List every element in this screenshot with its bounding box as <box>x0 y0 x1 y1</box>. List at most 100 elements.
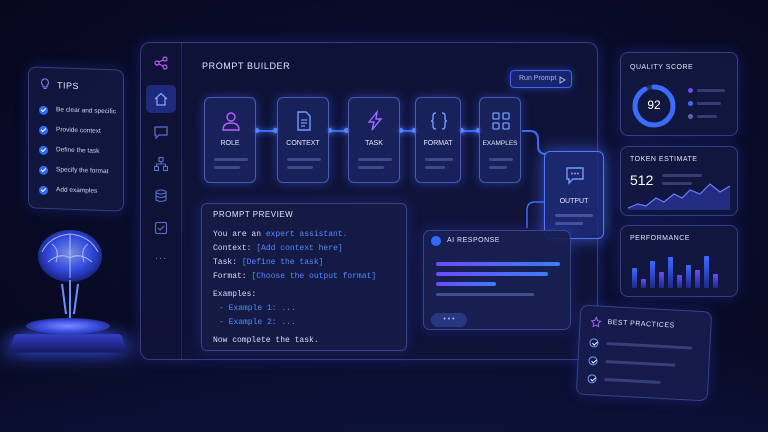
check-icon <box>39 125 48 136</box>
performance-bar <box>641 279 646 288</box>
preview-line: - Example 2: ... <box>219 318 296 327</box>
play-icon <box>559 76 566 84</box>
quality-value: 92 <box>647 98 661 112</box>
quality-title: QUALITY SCORE <box>630 64 694 71</box>
node-output[interactable]: OUTPUT <box>544 151 604 239</box>
run-prompt-label: Run Prompt <box>519 75 557 82</box>
user-icon <box>222 112 240 131</box>
ai-response-icon <box>431 236 441 246</box>
ai-response-title: AI RESPONSE <box>447 237 500 244</box>
response-line <box>436 282 496 286</box>
best-practices-title: BEST PRACTICES <box>607 319 675 330</box>
check-icon <box>39 185 48 196</box>
legend-dot <box>688 101 693 106</box>
response-line <box>436 293 534 296</box>
token-sparkline <box>628 183 730 210</box>
legend-dot <box>688 114 693 119</box>
preview-line: Task: [Define the task] <box>213 258 324 267</box>
hierarchy-icon[interactable] <box>153 156 169 172</box>
lightbulb-icon <box>41 78 49 89</box>
tip-item: Add examples <box>56 186 98 195</box>
check-icon <box>589 338 599 348</box>
node-task[interactable]: TASK <box>348 97 400 183</box>
token-bar <box>662 174 702 177</box>
check-icon <box>39 165 48 176</box>
preview-line: - Example 1: ... <box>219 304 296 313</box>
node-label: FORMAT <box>423 140 453 147</box>
performance-bar <box>704 256 709 288</box>
performance-bar <box>659 272 664 288</box>
check-icon <box>588 356 598 366</box>
practice-bar <box>606 342 693 350</box>
preview-line: Examples: <box>213 290 257 299</box>
more-icon[interactable]: ... <box>155 250 167 262</box>
star-icon <box>590 316 602 328</box>
placeholder-bar <box>425 166 445 169</box>
performance-bar <box>650 261 655 288</box>
pedestal <box>9 334 127 353</box>
grid-icon <box>492 112 510 130</box>
preview-line: You are an expert assistant. <box>213 230 348 239</box>
token-title: TOKEN ESTIMATE <box>630 156 698 163</box>
node-format[interactable]: FORMAT <box>415 97 461 183</box>
placeholder-bar <box>214 166 240 169</box>
response-line <box>436 272 548 276</box>
braces-icon <box>430 112 448 130</box>
performance-bar <box>713 274 718 288</box>
preview-line: Now complete the task. <box>213 336 319 345</box>
node-label: ROLE <box>220 140 240 147</box>
node-examples[interactable]: EXAMPLES <box>479 97 521 183</box>
node-context[interactable]: CONTEXT <box>277 97 329 183</box>
placeholder-bar <box>358 166 384 169</box>
database-icon[interactable] <box>153 188 169 204</box>
legend-dot <box>688 88 693 93</box>
run-prompt-button[interactable]: Run Prompt <box>510 70 572 88</box>
lightning-icon <box>367 110 383 131</box>
checklist-icon[interactable] <box>153 220 169 236</box>
performance-title: PERFORMANCE <box>630 235 690 242</box>
practice-bar <box>604 377 661 384</box>
share-icon[interactable] <box>153 55 169 71</box>
placeholder-bar <box>287 166 313 169</box>
performance-bar <box>632 268 637 288</box>
legend-bar <box>697 89 725 92</box>
placeholder-bar <box>489 158 513 161</box>
preview-line: Format: [Choose the output format] <box>213 272 377 281</box>
node-label: CONTEXT <box>286 140 320 147</box>
best-practices-panel: BEST PRACTICES <box>575 304 713 402</box>
tip-item: Provide context <box>56 126 101 135</box>
preview-line: Context: [Add context here] <box>213 244 343 253</box>
placeholder-bar <box>555 222 583 225</box>
document-icon <box>297 111 311 131</box>
node-label: TASK <box>365 140 383 147</box>
legend-bar <box>697 115 717 118</box>
brain-icon <box>38 230 102 318</box>
performance-bar <box>677 275 682 288</box>
legend-bar <box>697 102 721 105</box>
page-title: PROMPT BUILDER <box>202 61 291 71</box>
placeholder-bar <box>287 158 321 161</box>
preview-title: PROMPT PREVIEW <box>213 210 294 219</box>
tip-item: Define the task <box>56 146 100 155</box>
typing-indicator: • • • <box>431 313 467 327</box>
placeholder-bar <box>489 166 507 169</box>
chat-icon[interactable] <box>153 124 169 140</box>
tips-panel: TIPS Be clear and specific Provide conte… <box>28 66 124 212</box>
placeholder-bar <box>214 158 248 161</box>
chat-icon <box>566 167 584 185</box>
response-line <box>436 262 560 266</box>
home-icon <box>154 92 168 106</box>
performance-bar <box>668 257 673 288</box>
tips-title: TIPS <box>57 80 80 92</box>
node-label: EXAMPLES <box>482 140 518 147</box>
tip-item: Specify the format <box>56 166 109 176</box>
placeholder-bar <box>358 158 392 161</box>
placeholder-bar <box>555 214 593 217</box>
node-role[interactable]: ROLE <box>204 97 256 183</box>
performance-bar <box>695 270 700 288</box>
check-icon <box>39 105 48 116</box>
tips-list: Be clear and specific Provide context De… <box>29 67 123 196</box>
check-icon <box>39 145 48 156</box>
performance-bar <box>686 265 691 288</box>
node-label: OUTPUT <box>559 198 589 205</box>
